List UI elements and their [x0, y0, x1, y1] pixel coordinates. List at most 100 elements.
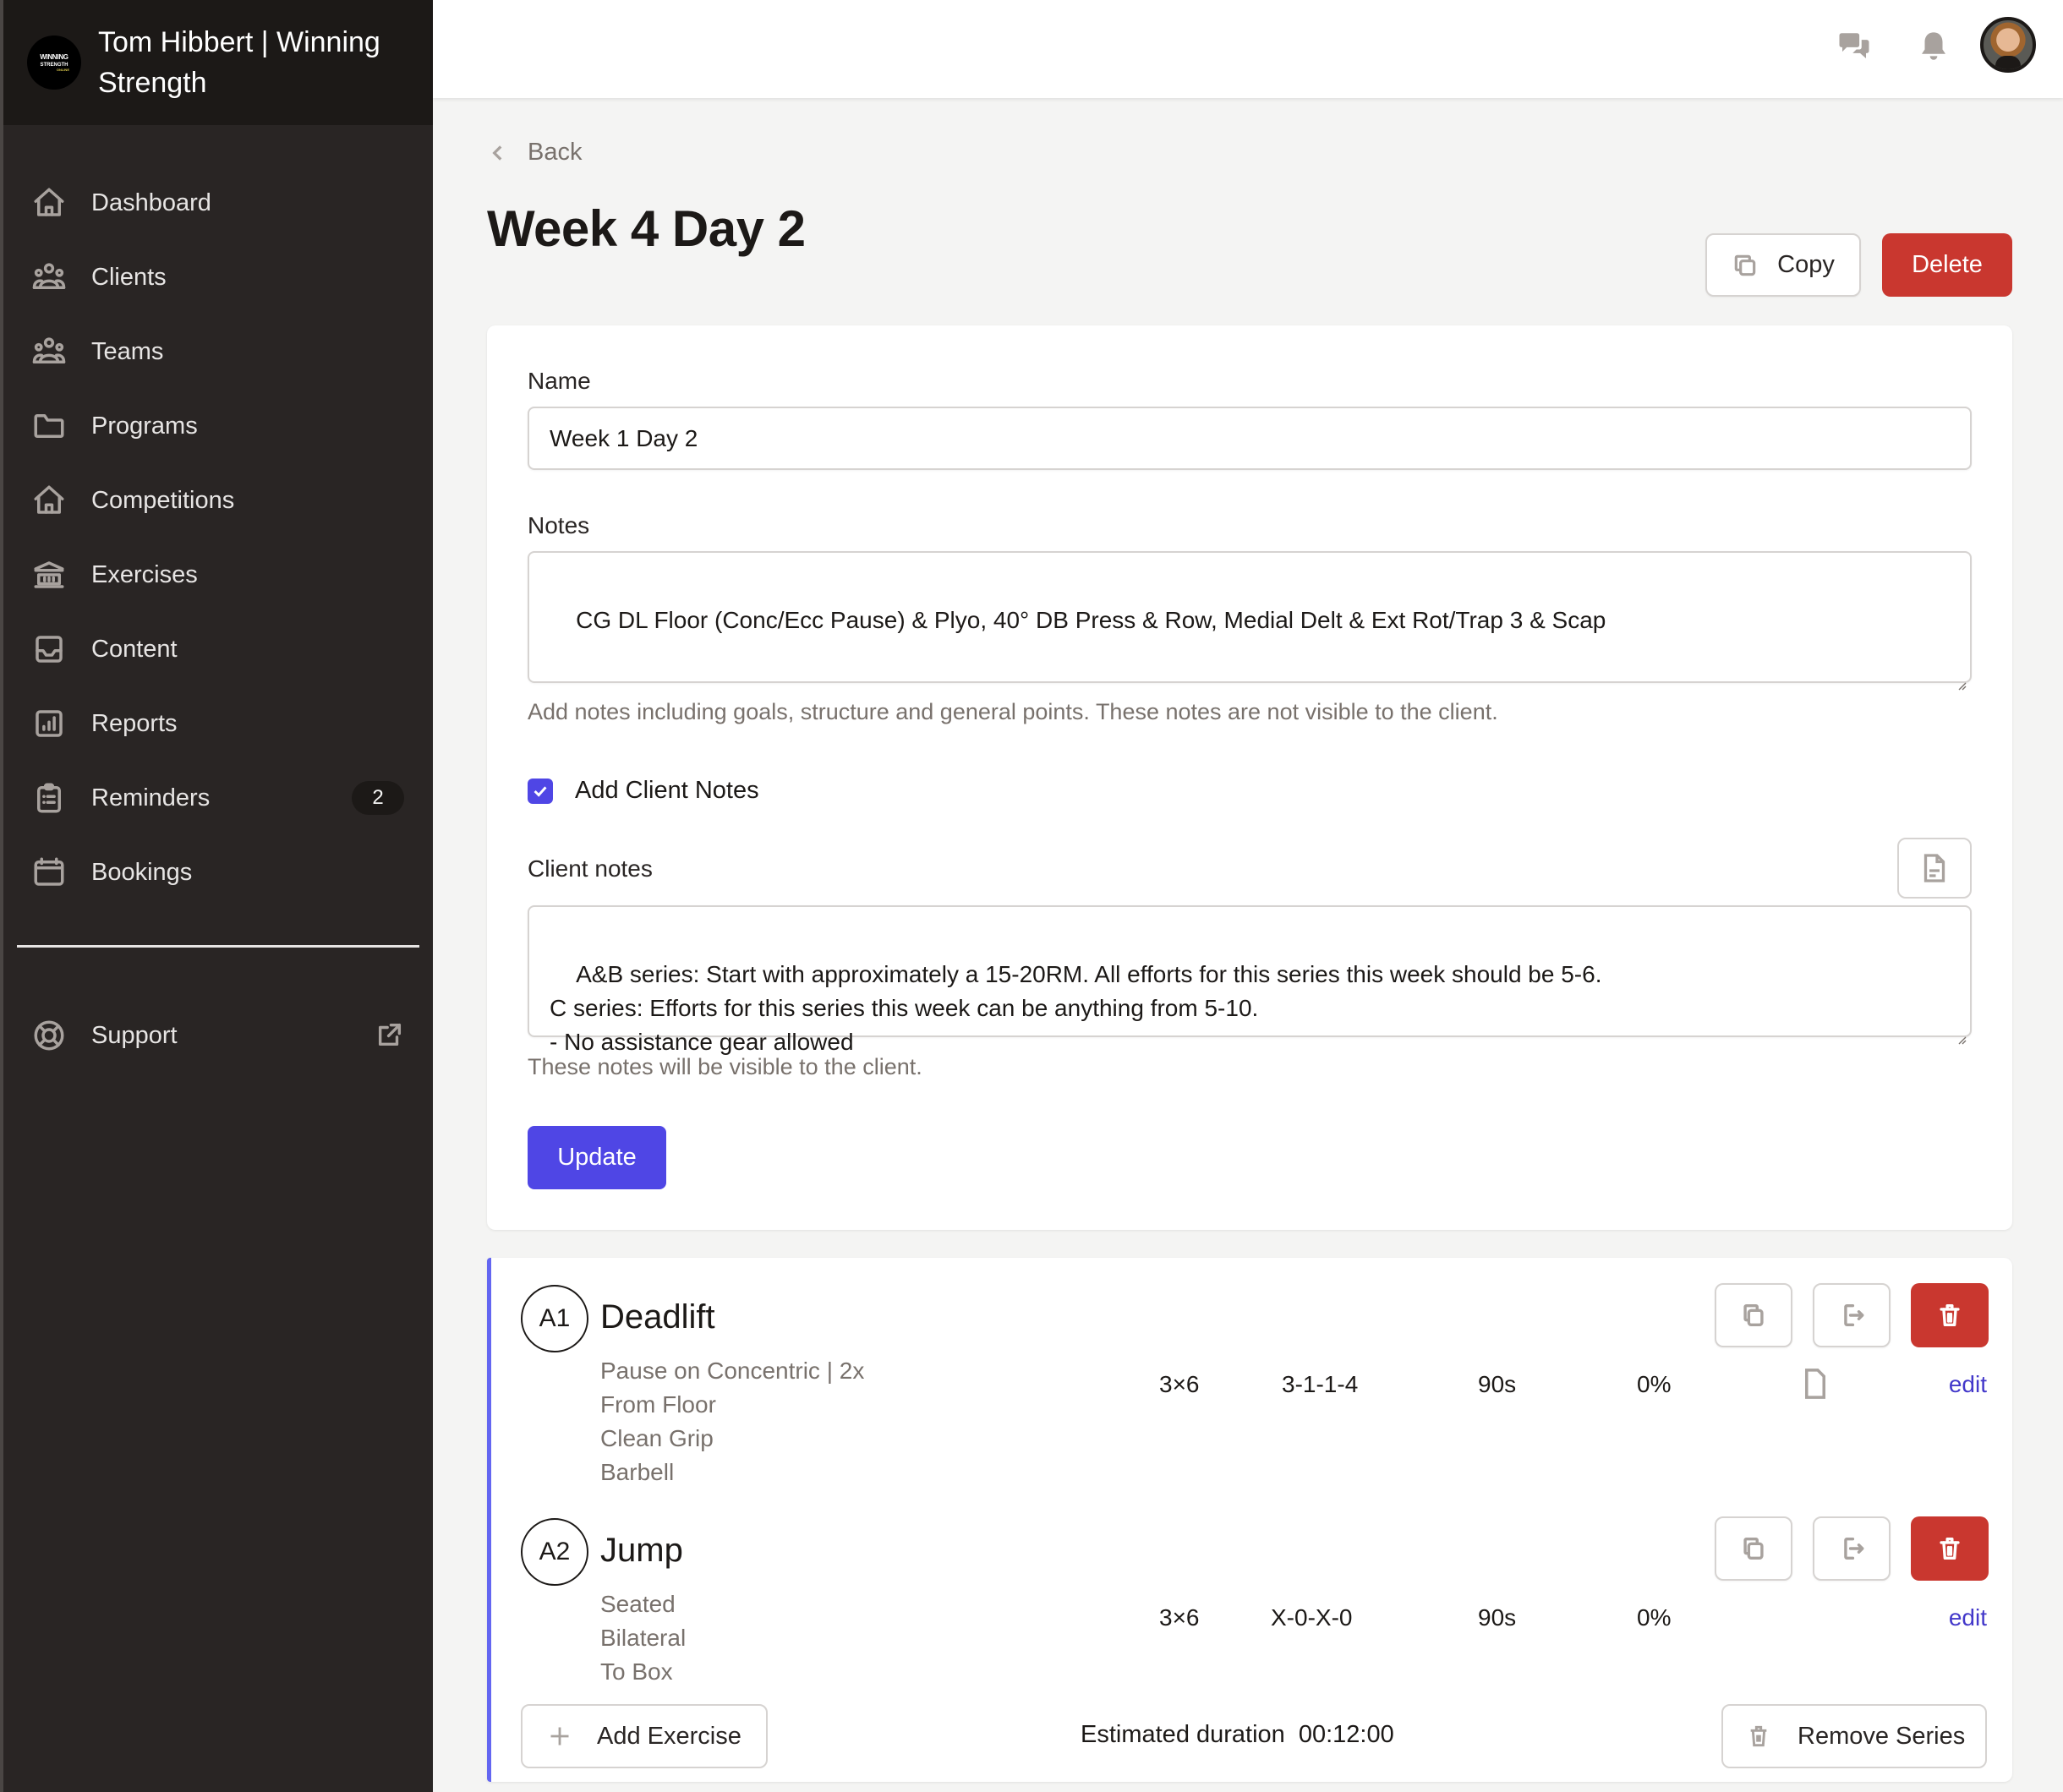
exercise-attributes: Seated Bilateral To Box	[600, 1587, 686, 1689]
document-icon	[1923, 854, 1945, 882]
exercise-edit-link[interactable]: edit	[1949, 1604, 1987, 1631]
exercise-intensity: 0%	[1637, 1371, 1672, 1397]
exercise-name[interactable]: Deadlift	[600, 1298, 715, 1336]
sidebar-item-support[interactable]: Support	[3, 998, 433, 1073]
sidebar-item-clients[interactable]: Clients	[3, 240, 433, 314]
calendar-icon	[30, 854, 68, 891]
add-client-notes-row[interactable]: Add Client Notes	[528, 777, 759, 805]
top-bar	[433, 0, 2063, 98]
delete-exercise-button[interactable]	[1911, 1283, 1989, 1347]
notes-textarea[interactable]: CG DL Floor (Conc/Ecc Pause) & Plyo, 40°…	[528, 551, 1972, 691]
add-client-notes-checkbox[interactable]	[528, 778, 553, 804]
logo-line-2: STRENGTH	[40, 62, 68, 68]
users-icon	[30, 333, 68, 370]
note-template-button[interactable]	[1897, 838, 1972, 899]
duration-value: 00:12:00	[1298, 1721, 1394, 1748]
exercise-attribute: From Floor	[600, 1391, 716, 1418]
reminders-count-badge: 2	[352, 781, 404, 815]
external-link-icon	[375, 1020, 404, 1049]
sidebar-item-label: Programs	[91, 412, 198, 440]
delete-exercise-button[interactable]	[1911, 1516, 1989, 1581]
sidebar-item-label: Support	[91, 1021, 178, 1049]
duplicate-exercise-button[interactable]	[1715, 1516, 1792, 1581]
brand-header[interactable]: WINNING STRENGTH ONLINE Tom Hibbert | Wi…	[3, 0, 433, 125]
duplicate-exercise-button[interactable]	[1715, 1283, 1792, 1347]
copy-icon	[1734, 254, 1756, 276]
sidebar-item-label: Clients	[91, 263, 167, 291]
exercise-edit-link[interactable]: edit	[1949, 1371, 1987, 1398]
sidebar-item-label: Competitions	[91, 486, 235, 514]
exercise-code-badge: A2	[521, 1518, 588, 1586]
folder-icon	[30, 407, 68, 445]
sidebar-item-teams[interactable]: Teams	[3, 314, 433, 389]
sidebar-item-content[interactable]: Content	[3, 612, 433, 686]
add-exercise-label: Add Exercise	[597, 1722, 741, 1750]
chart-icon	[30, 705, 68, 742]
resize-handle[interactable]	[1955, 666, 1967, 691]
exercise-attribute: Seated	[600, 1591, 676, 1617]
name-input[interactable]: Week 1 Day 2	[528, 407, 1972, 470]
move-out-icon	[1844, 1303, 1864, 1327]
move-exercise-button[interactable]	[1813, 1516, 1891, 1581]
sidebar-item-reports[interactable]: Reports	[3, 686, 433, 761]
logo-line-1: WINNING	[40, 52, 68, 61]
back-label: Back	[528, 139, 583, 166]
exercise-attribute: To Box	[600, 1658, 673, 1685]
clipboard-icon	[30, 779, 68, 817]
exercise-attribute: Clean Grip	[600, 1425, 714, 1451]
exercise-sets-reps: 3×6	[1159, 1371, 1200, 1397]
library-icon	[30, 556, 68, 593]
trash-icon	[1940, 1303, 1960, 1327]
sidebar-item-dashboard[interactable]: Dashboard	[3, 166, 433, 240]
exercise-note-icon[interactable]	[1803, 1368, 1828, 1401]
exercise-attribute: Pause on Concentric | 2x	[600, 1358, 865, 1384]
sidebar-item-programs[interactable]: Programs	[3, 389, 433, 463]
sidebar-divider	[17, 945, 419, 948]
sidebar-item-reminders[interactable]: Reminders 2	[3, 761, 433, 835]
copy-button[interactable]: Copy	[1705, 233, 1861, 297]
remove-series-button[interactable]: Remove Series	[1721, 1704, 1987, 1768]
sidebar-item-bookings[interactable]: Bookings	[3, 835, 433, 910]
chevron-left-icon	[492, 145, 502, 161]
trash-icon	[1940, 1537, 1960, 1560]
sidebar: WINNING STRENGTH ONLINE Tom Hibbert | Wi…	[0, 0, 433, 1792]
chat-icon[interactable]	[1833, 25, 1875, 68]
add-exercise-button[interactable]: Add Exercise	[521, 1704, 768, 1768]
copy-label: Copy	[1777, 251, 1835, 278]
inbox-icon	[30, 631, 68, 668]
resize-handle[interactable]	[1955, 1020, 1967, 1045]
trash-icon	[1750, 1725, 1767, 1747]
exercise-sets-reps: 3×6	[1159, 1604, 1200, 1631]
bell-icon[interactable]	[1913, 25, 1955, 68]
sidebar-item-exercises[interactable]: Exercises	[3, 538, 433, 612]
add-client-notes-label: Add Client Notes	[575, 777, 759, 804]
remove-series-label: Remove Series	[1798, 1722, 1966, 1750]
lifebuoy-icon	[30, 1017, 68, 1054]
notes-value: CG DL Floor (Conc/Ecc Pause) & Plyo, 40°…	[576, 607, 1606, 633]
exercise-rest: 90s	[1478, 1371, 1517, 1397]
exercise-tempo: X-0-X-0	[1271, 1604, 1353, 1631]
home-icon	[30, 482, 68, 519]
copy-icon	[1743, 1303, 1764, 1327]
move-exercise-button[interactable]	[1813, 1283, 1891, 1347]
user-avatar[interactable]	[1980, 17, 2036, 73]
update-button[interactable]: Update	[528, 1126, 666, 1189]
duration-label: Estimated duration	[1081, 1721, 1285, 1748]
exercise-code-badge: A1	[521, 1285, 588, 1352]
plus-icon	[550, 1727, 569, 1746]
sidebar-nav: Dashboard Clients Teams Programs Competi…	[3, 125, 433, 1073]
delete-button[interactable]: Delete	[1882, 233, 2012, 297]
back-link[interactable]: Back	[487, 139, 582, 167]
workout-form-card: Name Week 1 Day 2 Notes CG DL Floor (Con…	[487, 325, 2012, 1230]
sidebar-item-competitions[interactable]: Competitions	[3, 463, 433, 538]
exercise-name[interactable]: Jump	[600, 1532, 683, 1570]
sidebar-item-label: Teams	[91, 337, 164, 365]
sidebar-item-label: Reports	[91, 709, 178, 737]
brand-name: Tom Hibbert | Winning Strength	[98, 26, 380, 99]
notes-help-text: Add notes including goals, structure and…	[528, 699, 1498, 724]
exercise-rest: 90s	[1478, 1604, 1517, 1631]
exercise-attributes: Pause on Concentric | 2x From Floor Clea…	[600, 1354, 864, 1489]
notes-label: Notes	[528, 512, 590, 538]
client-notes-textarea[interactable]: A&B series: Start with approximately a 1…	[528, 905, 1972, 1055]
brand-logo: WINNING STRENGTH ONLINE	[27, 36, 81, 90]
